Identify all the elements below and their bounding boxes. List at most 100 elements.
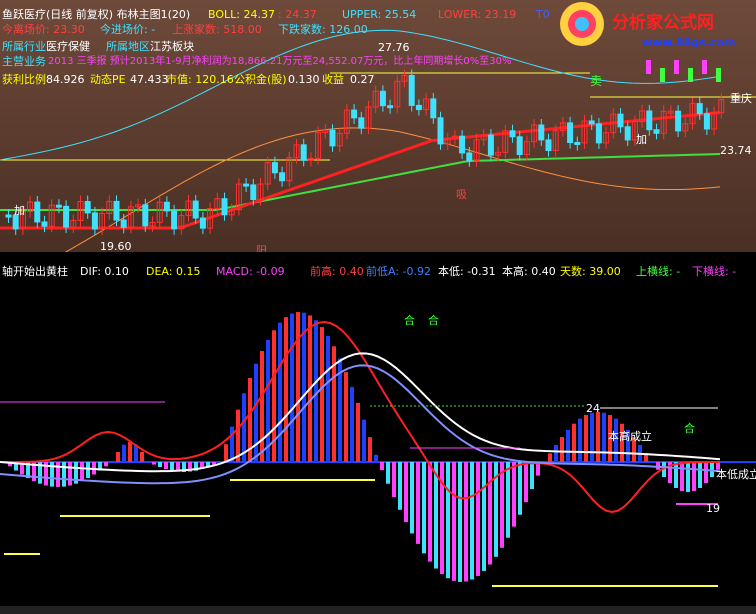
candle-body: [516, 136, 523, 156]
candle-body: [624, 126, 631, 141]
macd-bar: [236, 409, 240, 462]
he-signal-2: 合: [428, 314, 439, 327]
industry-value: 医疗保健: [46, 40, 90, 53]
candle-body: [271, 162, 278, 174]
macd-bar: [500, 462, 504, 548]
macd-bar: [590, 412, 594, 462]
macd-bar: [584, 415, 588, 462]
macd-bar: [254, 363, 258, 462]
macd-bar: [692, 462, 696, 491]
candle-body: [163, 201, 170, 212]
he-signal-3: 合: [684, 422, 695, 435]
macd-bar: [368, 437, 372, 462]
candle-body: [351, 109, 358, 119]
eps-value: 0.27: [350, 73, 375, 86]
macd-bar: [296, 312, 300, 462]
candle-body: [437, 117, 444, 145]
macd-indicator-panel[interactable]: 轴开始出黄柱 DIF: 0.10 DEA: 0.15 MACD: -0.09 前…: [0, 262, 756, 606]
up-count: 上涨家数: 518.00: [172, 23, 262, 36]
signal-marker: [716, 68, 721, 82]
macd-bar: [680, 462, 684, 491]
macd-bar: [140, 452, 144, 462]
candle-body: [279, 172, 286, 182]
region-value: 江苏板块: [150, 40, 194, 53]
prev-low: 前低A: -0.92: [366, 265, 431, 278]
macd-bar: [440, 462, 444, 575]
enter-price: 今进场价: -: [100, 23, 156, 36]
lower-band-line: [0, 127, 721, 286]
profit-ratio-label: 获利比例: [2, 73, 46, 86]
macd-bar: [86, 462, 90, 479]
macd-bar: [374, 454, 378, 462]
low-confirmed-label: 本低成立: [716, 468, 756, 481]
macd-bar: [170, 462, 174, 471]
t0-label: T0: [536, 8, 550, 21]
he-signal-1: 合: [404, 314, 415, 327]
signal-marker: [688, 68, 693, 82]
add-signal-left: 加: [14, 204, 25, 217]
down-line: 下横线: -: [692, 265, 737, 278]
candle-body: [538, 124, 545, 141]
macd-bar: [128, 442, 132, 462]
panel-separator: [0, 252, 756, 262]
candle-body: [696, 103, 703, 115]
lower-value: LOWER: 23.19: [438, 8, 517, 21]
candle-body: [250, 184, 257, 200]
forecast-text: 2013 三季报 预计2013年1-9月净利润为18,866.21万元至24,5…: [48, 56, 512, 67]
business-label: 主营业务: [2, 55, 46, 68]
macd-bar: [452, 462, 456, 581]
logo-title: 分析家公式网: [612, 12, 714, 33]
macd-bar: [416, 462, 420, 544]
macd-bar: [80, 462, 84, 482]
val-24: 24: [586, 402, 600, 415]
xi-label: 吸: [456, 188, 467, 201]
macd-bar: [512, 462, 516, 527]
macd-bar: [260, 351, 264, 462]
macd-bar: [524, 462, 528, 503]
this-high: 本高: 0.40: [502, 265, 556, 278]
candle-body: [430, 98, 437, 119]
candle-body: [192, 200, 199, 219]
signal-marker: [660, 68, 665, 82]
macd-bar: [392, 462, 396, 497]
days-count: 天数: 39.00: [560, 265, 621, 278]
macd-title: 轴开始出黄柱: [2, 265, 68, 278]
date-axis-bar: [0, 606, 756, 614]
val-19: 19: [706, 502, 720, 515]
macd-bar: [68, 462, 72, 486]
candle-body: [487, 134, 494, 156]
candle-body: [545, 139, 552, 152]
macd-bar: [278, 322, 282, 462]
macd-bar: [356, 402, 360, 462]
macd-bar: [380, 462, 384, 471]
macd-bar: [704, 462, 708, 484]
signal-marker: [674, 60, 679, 74]
macd-bar: [698, 462, 702, 488]
dea-value: DEA: 0.15: [146, 265, 201, 278]
macd-bar: [566, 429, 570, 462]
macd-bar: [386, 462, 390, 484]
industry-label: 所属行业: [2, 40, 46, 53]
candle-body: [300, 144, 307, 161]
candle-body: [41, 221, 48, 227]
macd-bar: [398, 462, 402, 510]
candle-body: [221, 198, 228, 216]
macd-bar: [158, 462, 162, 467]
high-price-label: 27.76: [378, 41, 410, 54]
macd-value: MACD: -0.09: [216, 265, 285, 278]
prev-high: 前高: 0.40: [310, 265, 364, 278]
candle-body: [595, 123, 602, 144]
candle-body: [55, 204, 62, 208]
macd-bar: [464, 462, 468, 582]
candle-body: [379, 90, 386, 107]
right-price-label: 23.74: [720, 144, 752, 157]
macd-bar: [320, 327, 324, 462]
logo-url: www.88gs.com: [642, 36, 735, 49]
candle-body: [588, 120, 595, 125]
candle-body: [574, 142, 581, 146]
macd-bar: [530, 462, 534, 490]
add-signal-right: 加: [636, 133, 647, 146]
macd-bar: [458, 462, 462, 582]
candle-body: [617, 113, 624, 128]
candle-body: [509, 130, 516, 138]
